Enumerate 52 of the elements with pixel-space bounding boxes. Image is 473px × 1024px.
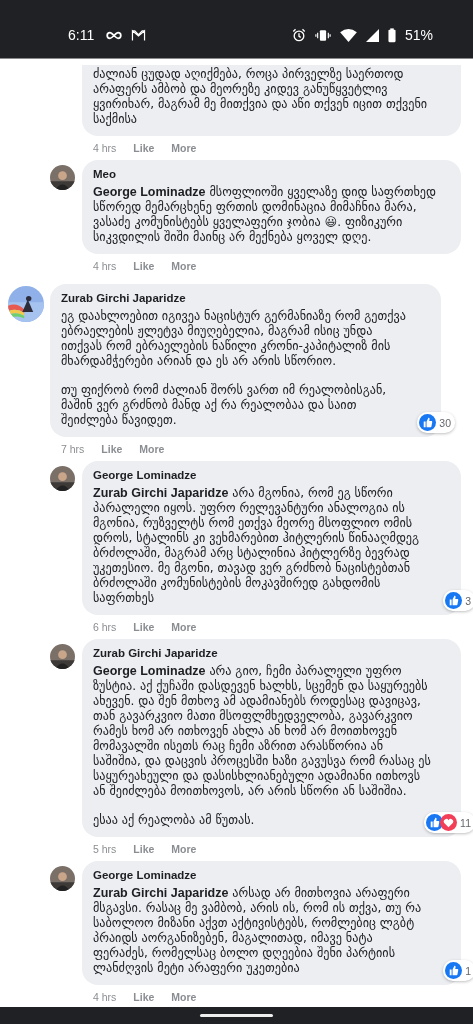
author-name[interactable]: Meo — [93, 168, 451, 180]
comment-time: 4 hrs — [93, 142, 117, 154]
author-name[interactable]: George Lominadze — [93, 469, 451, 481]
more-button[interactable]: More — [171, 621, 197, 633]
comment-text: Zurab Girchi Japaridze არა მგონია, რომ ეგ სწორი პარალელი იყოს. უფრო რელევანტური ანალოგია ის მგონია, რუზველტს რომ ეთქვა მეორე მსოფლიო ომის დროს, სტალინს კი ვეხმარებით ჰიტლერის წინააღმდეგ ბრძოლაში, მაგრამ არც სტალინია ჰიტლერზე ბევრად უკეთესიო. მე მგონი, თავად ვერ გრძნობ ნაცისტებთან ბრძოლაში კომუნისტების მოკავშირედ გახდომის საფრთხეს — [93, 486, 421, 606]
comment-time: 4 hrs — [93, 260, 117, 272]
signal-icon — [365, 28, 379, 42]
battery-icon — [387, 27, 396, 43]
more-button[interactable]: More — [139, 443, 165, 455]
status-time: 6:11 — [68, 27, 95, 43]
like-button[interactable]: Like — [101, 443, 123, 455]
reaction-count: 11 — [460, 816, 471, 829]
more-button[interactable]: More — [171, 260, 197, 272]
more-button[interactable]: More — [171, 991, 197, 1003]
alarm-icon — [291, 28, 306, 42]
wifi-icon — [339, 28, 357, 42]
comment-text: ეგ დაახლოებით იგივეა ნაცისტურ გერმანიაზე რომ გეთქვა ებრაელების ჟლეტვა მიუღებელია, მაგრამ ისიც უნდა ითქვას რომ ებრაელების ნაწილი კრონი-კაპიტალიზ მის მხარდამჭერები არიან და ეს არ არის სწორიო. — [61, 309, 407, 369]
reaction-count: 30 — [439, 416, 451, 429]
comment-text: George Lominadze მსოფლიოში ყველაზე დიდ საფრთხედ სწორედ მემარცხენე ფრთის დომინაცია მიმაჩნია მარა, ვასაძე კომუნისტებს ყველაფერი ჯობია 😃. ფიზიკური სიკვდილის შიში მაინც არ მექნება ყოველ დღე. — [93, 185, 437, 245]
thumbs-up-icon — [445, 592, 463, 609]
reaction-badge[interactable]: 1 — [443, 960, 473, 981]
comment-time: 4 hrs — [93, 991, 117, 1003]
thumbs-up-icon — [419, 414, 437, 431]
vibrate-icon — [314, 28, 331, 42]
comment-text: George Lominadze არა გიო, ჩემი პარალელი უფრო ზუსტია. აქ ქუჩაში დასდევენ ხალხს, სცემენ და საყურეებს ახევენ. და შენ მთხოვ ამ ადამიანებს როდესაც დავიცავ, თან გავარკვიო მათი მსოფლმხედველობა, გავარკვიო რამეს ხომ არ ითხოვენ ახლა ან ხომ არ მოითხოვენ მომავალში ისეთს რაც ჩემი აზრით არასწორია ან საშიშია, და დაცვის პროცესში ხაზი გავუსვა რომ რასაც ეს საყურეახეული და დასისხლიანებული ადამიანი ითხოვს ან შეიძლება მოითხოვოს, არ არის სწორი ან საშიშია. — [93, 664, 431, 799]
mail-icon — [131, 28, 147, 42]
reaction-badge[interactable]: 3 — [443, 590, 473, 611]
like-button[interactable]: Like — [133, 260, 155, 272]
more-button[interactable]: More — [171, 142, 197, 154]
comment-text: ძალიან ცუდად აღიქმება, როცა პირველზე საერთოდ არაფერს ამბობ და მეორეზე კიდევ განუწყვეტლივ ყვირიხარ, მაგრამ მე მითქვია და აწი თქვენ იცით თქვენი საქმისა — [93, 67, 429, 127]
comment-text: თუ ფიქრობ რომ ძალიან შორს ვართ იმ რეალობისგან, მაშინ ვერ გრძნობ მანდ აქ რა რეალობაა და საით შეიძლება წავიდეთ. — [61, 383, 388, 428]
like-button[interactable]: Like — [133, 142, 155, 154]
like-button[interactable]: Like — [133, 621, 155, 633]
like-button[interactable]: Like — [133, 843, 155, 855]
reaction-count: 3 — [465, 594, 471, 607]
author-name[interactable]: Zurab Girchi Japaridze — [93, 647, 451, 659]
comment-text: Zurab Girchi Japaridze არსად არ მითხოვია არაფერი მსგავსი. რასაც მე ვამბობ, არის ის, რომ ის თქვა, თუ რა საბოლოო მიზანი აქვთ აქტივისტებს, რომლებიც ლგბტ პრაიდს აორგანიზებენ, მაგალითად, იმავე ნატა ფერაძეს, რომელსაც ბოლო დღეებია შენი პარტიის ლანძღვის მეტი არაფერი უკეთებია — [93, 886, 423, 976]
comment-time: 6 hrs — [93, 621, 117, 633]
more-button[interactable]: More — [171, 843, 197, 855]
author-name[interactable]: Zurab Girchi Japaridze — [61, 292, 431, 304]
reaction-count: 1 — [465, 964, 471, 977]
comment-time: 5 hrs — [93, 843, 117, 855]
thumbs-up-icon — [445, 962, 463, 979]
comment-time: 7 hrs — [61, 443, 85, 455]
reaction-badge[interactable]: 30 — [417, 412, 455, 433]
like-button[interactable]: Like — [133, 991, 155, 1003]
home-indicator[interactable] — [200, 1014, 273, 1017]
reaction-badge[interactable]: 11 — [424, 812, 473, 833]
author-name[interactable]: George Lominadze — [93, 869, 451, 881]
comment-text: ესაა აქ რეალობა ამ წუთას. — [93, 813, 256, 828]
infinity-icon — [106, 30, 123, 40]
battery-level: 51% — [404, 27, 433, 43]
